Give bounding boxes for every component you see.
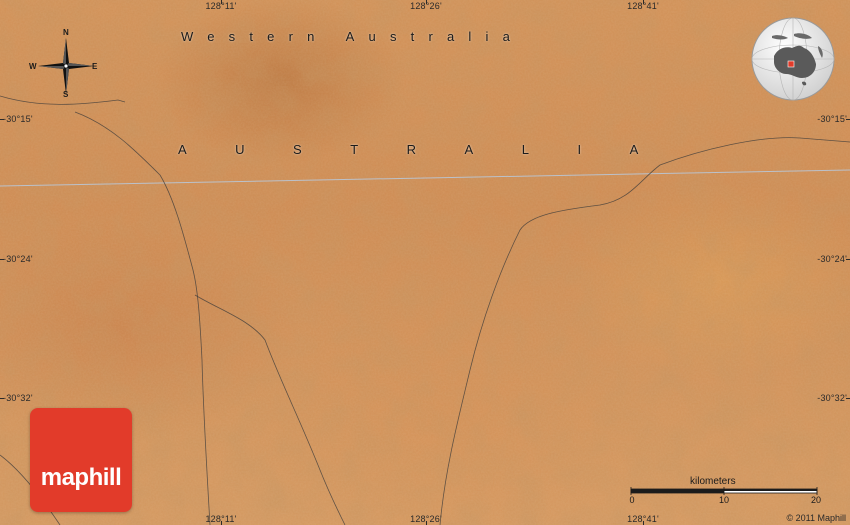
scale-value-20: 20 (810, 495, 822, 505)
tick-top-1 (221, 0, 222, 4)
scale-value-10: 10 (718, 495, 730, 505)
tick-bottom-2 (426, 521, 427, 525)
tick-top-2 (426, 0, 427, 4)
latitude-label-right-1: -30°15' (817, 114, 847, 124)
locator-globe-icon (751, 17, 835, 101)
tick-right-1 (846, 119, 850, 120)
latitude-label-left-3: -30°32' (3, 393, 33, 403)
compass-rose: N S W E (29, 28, 102, 102)
compass-south-label: S (63, 90, 69, 99)
compass-west-label: W (29, 62, 37, 71)
latitude-label-left-2: -30°24' (3, 254, 33, 264)
compass-east-label: E (92, 62, 98, 71)
country-label: AUSTRALIA (178, 142, 687, 157)
region-label: Western Australia (181, 29, 525, 44)
tick-right-2 (846, 259, 850, 260)
tick-left-2 (0, 259, 4, 260)
compass-north-label: N (63, 28, 69, 37)
maphill-logo[interactable]: maphill (30, 408, 132, 512)
latitude-label-right-2: -30°24' (817, 254, 847, 264)
satellite-map[interactable]: 128°11' 128°26' 128°41' 128°11' 128°26' … (0, 0, 850, 525)
scale-value-0: 0 (629, 495, 635, 505)
locator-globe (750, 16, 836, 102)
latitude-label-left-1: -30°15' (3, 114, 33, 124)
tick-left-3 (0, 398, 4, 399)
scale-bar: kilometers 0 10 20 (628, 476, 824, 510)
tick-right-3 (846, 398, 850, 399)
copyright-text: © 2011 Maphill (786, 513, 847, 523)
tick-bottom-1 (221, 521, 222, 525)
tick-top-3 (643, 0, 644, 4)
latitude-label-right-3: -30°32' (817, 393, 847, 403)
maphill-logo-text: maphill (40, 464, 122, 491)
tick-bottom-3 (643, 521, 644, 525)
tick-left-1 (0, 119, 4, 120)
